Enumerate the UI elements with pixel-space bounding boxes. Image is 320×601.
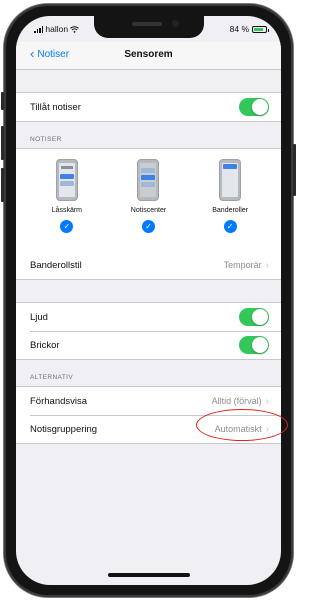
- volume-down-button: [1, 168, 4, 202]
- chevron-right-icon: ›: [265, 423, 269, 435]
- notification-grouping-label: Notisgruppering: [30, 423, 98, 435]
- battery-icon: [252, 25, 269, 33]
- sound-row: Ljud: [16, 303, 281, 331]
- wifi-icon: [70, 25, 79, 33]
- checkmark-icon: ✓: [141, 220, 155, 233]
- notification-grouping-row[interactable]: Notisgruppering Automatiskt ›: [16, 415, 281, 443]
- lock-screen-option[interactable]: Låsskärm ✓: [32, 159, 102, 251]
- checkmark-icon: ✓: [223, 220, 237, 233]
- notification-center-preview-icon: [137, 159, 160, 201]
- phone-frame: hallon 84 % ‹ Notiser Sensorem Tillåt no…: [1, 4, 296, 597]
- volume-up-button: [1, 126, 4, 160]
- battery-percent: 84 %: [229, 24, 249, 34]
- banner-style-row[interactable]: Banderollstil Temporär ›: [16, 251, 281, 279]
- notification-center-option[interactable]: Notiscenter ✓: [113, 159, 183, 251]
- badges-label: Brickor: [30, 339, 60, 351]
- checkmark-icon: ✓: [60, 220, 74, 233]
- badges-toggle[interactable]: [239, 336, 269, 354]
- carrier-info: hallon: [34, 24, 79, 34]
- notification-center-label: Notiscenter: [130, 207, 167, 214]
- chevron-right-icon: ›: [265, 395, 269, 407]
- navigation-bar: ‹ Notiser Sensorem: [16, 42, 281, 70]
- banner-style-value: Temporär: [223, 260, 262, 270]
- notch: [94, 16, 204, 38]
- carrier-name: hallon: [45, 24, 69, 34]
- status-right: 84 %: [229, 24, 269, 34]
- alternativ-section-header: ALTERNATIV: [30, 374, 74, 381]
- allow-notifications-label: Tillåt notiser: [30, 101, 81, 113]
- show-previews-label: Förhandsvisa: [30, 395, 88, 407]
- alert-styles: Låsskärm ✓ Notiscenter ✓ Banderoller ✓: [16, 149, 281, 251]
- banners-preview-icon: [219, 159, 242, 201]
- show-previews-row[interactable]: Förhandsvisa Alltid (förval) ›: [16, 387, 281, 415]
- badges-row: Brickor: [16, 331, 281, 359]
- speaker: [132, 22, 162, 26]
- banners-label: Banderoller: [212, 207, 249, 214]
- sound-label: Ljud: [30, 311, 48, 323]
- front-camera: [172, 20, 179, 27]
- lock-screen-label: Låsskärm: [51, 207, 82, 214]
- home-indicator: [108, 573, 190, 577]
- allow-group: Tillåt notiser: [16, 92, 281, 122]
- allow-notifications-toggle[interactable]: [239, 98, 269, 116]
- banner-style-label: Banderollstil: [30, 259, 82, 271]
- options-group: Förhandsvisa Alltid (förval) › Notisgrup…: [16, 386, 281, 444]
- notiser-section-header: NOTISER: [30, 136, 62, 143]
- screen: hallon 84 % ‹ Notiser Sensorem Tillåt no…: [16, 16, 281, 585]
- chevron-right-icon: ›: [265, 259, 269, 271]
- battery-fill: [254, 27, 264, 31]
- page-title: Sensorem: [124, 49, 173, 60]
- mute-switch: [1, 92, 4, 110]
- allow-notifications-row: Tillåt notiser: [16, 93, 281, 121]
- sound-toggle[interactable]: [239, 308, 269, 326]
- lock-screen-preview-icon: [55, 159, 78, 201]
- banners-option[interactable]: Banderoller ✓: [195, 159, 265, 251]
- alerts-group: Låsskärm ✓ Notiscenter ✓ Banderoller ✓ B…: [16, 148, 281, 280]
- sound-badge-group: Ljud Brickor: [16, 302, 281, 360]
- signal-icon: [34, 25, 44, 33]
- notification-grouping-value: Automatiskt: [214, 424, 262, 434]
- show-previews-value: Alltid (förval): [211, 396, 262, 406]
- side-button: [293, 144, 296, 196]
- settings-list: Tillåt notiser NOTISER Låsskärm ✓ Notisc…: [16, 70, 281, 444]
